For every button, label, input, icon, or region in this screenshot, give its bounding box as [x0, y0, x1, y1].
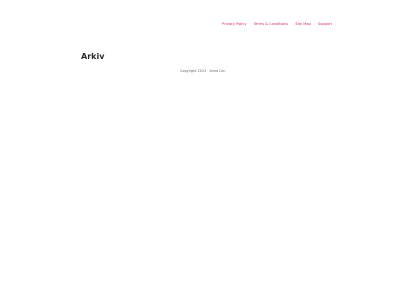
- site-map-link[interactable]: Site Map: [295, 22, 311, 27]
- privacy-policy-link[interactable]: Privacy Policy: [222, 22, 247, 27]
- copyright-text: Copyright 2022 · Anna Lim: [180, 69, 226, 73]
- support-link[interactable]: Support: [318, 22, 332, 27]
- footer-links-nav: Privacy Policy Terms & Conditions Site M…: [222, 22, 332, 27]
- page-title: Arkiv: [81, 52, 105, 61]
- terms-and-conditions-link[interactable]: Terms & Conditions: [254, 22, 289, 27]
